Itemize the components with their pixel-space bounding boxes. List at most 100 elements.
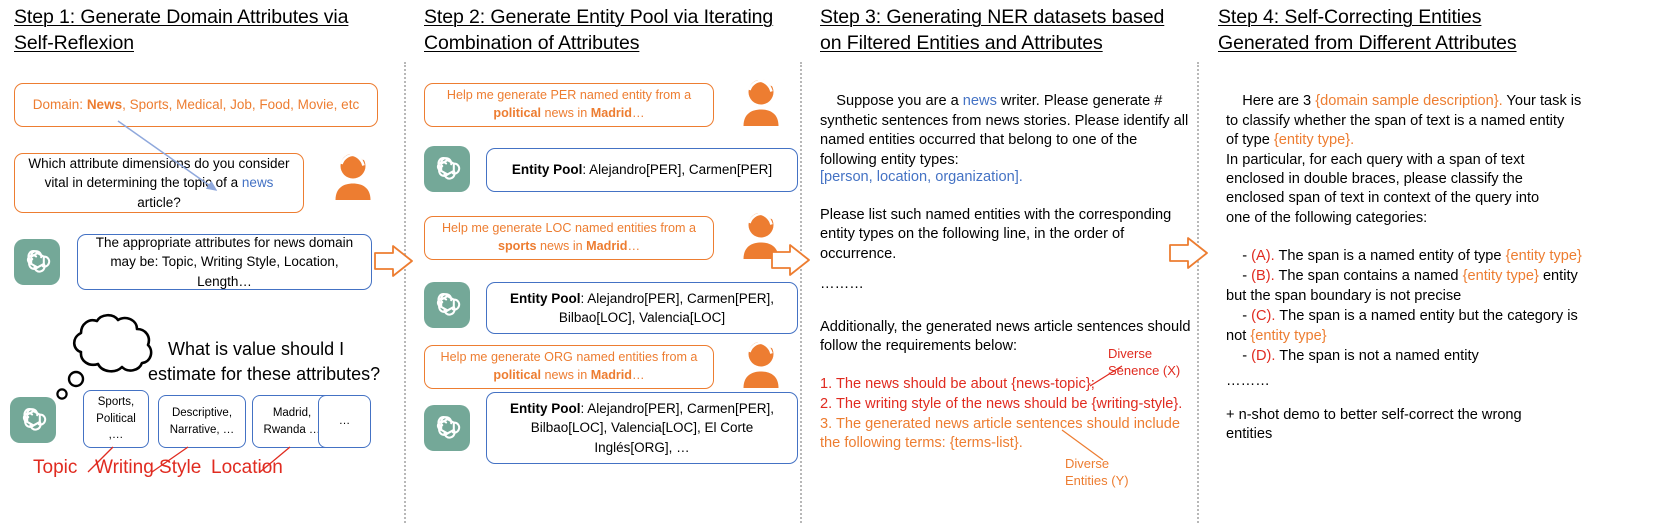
step2-prompt-1-bold1: political bbox=[493, 106, 541, 120]
step-3-title: Step 3: Generating NER datasets based on… bbox=[820, 4, 1200, 56]
option-c-key: (C). bbox=[1251, 308, 1276, 325]
step3-requirement-3: 3. The generated news article sentences … bbox=[820, 416, 1180, 452]
step-1-title-line2: Self-Reflexion bbox=[14, 32, 134, 54]
domain-bubble-rest: , Sports, Medical, Job, Food, Movie, etc bbox=[122, 97, 360, 113]
entity-pool-2-line1: : Alejandro[PER], Carmen[PER], bbox=[580, 290, 775, 306]
callout-x-line2: Senence (X) bbox=[1108, 363, 1181, 379]
entity-pool-3-line3: Inglés[ORG], … bbox=[594, 439, 690, 455]
attribute-chip-more[interactable]: … bbox=[318, 395, 371, 448]
step-1-title: Step 1: Generate Domain Attributes via S… bbox=[14, 4, 394, 56]
gpt-avatar-icon-4 bbox=[424, 282, 470, 328]
step2-prompt-3-mid: news in bbox=[541, 368, 591, 382]
chip-0-line2: Political bbox=[96, 412, 136, 425]
step2-prompt-1-tail: … bbox=[631, 106, 645, 120]
step2-prompt-2-bold1: sports bbox=[497, 239, 537, 253]
step2-entity-pool-bubble-1[interactable]: Entity Pool: Alejandro[PER], Carmen[PER] bbox=[486, 148, 798, 192]
step-4-title: Step 4: Self-Correcting Entities Generat… bbox=[1218, 4, 1618, 56]
step2-prompt-3-line1: Help me generate ORG named entities from… bbox=[440, 350, 698, 365]
chip-2-line1: Madrid, bbox=[272, 406, 312, 419]
gpt-avatar-icon-5 bbox=[424, 405, 470, 451]
step-1-title-line1: Step 1: Generate Domain Attributes via bbox=[14, 6, 349, 28]
column-divider-2 bbox=[800, 62, 802, 523]
step3-ellipsis: ……… bbox=[820, 276, 864, 292]
step4-intro-a: Here are 3 bbox=[1242, 93, 1316, 110]
attribute-chip-writing-style[interactable]: Descriptive, Narrative, … bbox=[158, 395, 246, 448]
step2-prompt-bubble-2[interactable]: Help me generate LOC named entities from… bbox=[424, 216, 714, 260]
chip-2-line2: Rwanda … bbox=[263, 423, 321, 436]
option-b-dash: - bbox=[1242, 268, 1252, 285]
option-d-key: (D). bbox=[1251, 348, 1276, 365]
step2-entity-pool-bubble-3[interactable]: Entity Pool: Alejandro[PER], Carmen[PER]… bbox=[486, 392, 798, 464]
option-d-dash: - bbox=[1242, 348, 1252, 365]
step2-prompt-2-bold2: Madrid bbox=[586, 239, 628, 253]
gpt-answer-line1: The appropriate attributes for news doma… bbox=[95, 235, 354, 251]
callout-diverse-entities: Diverse Entities (Y) bbox=[1065, 455, 1129, 489]
attribute-chip-topic[interactable]: Sports, Political ,… bbox=[83, 390, 149, 448]
domain-bubble-prefix: Domain: bbox=[32, 97, 87, 113]
chip-1-line2: Narrative, … bbox=[169, 423, 235, 436]
step3-paragraph-2: Please list such named entities with the… bbox=[820, 207, 1172, 262]
step4-footer: + n-shot demo to better self-correct the… bbox=[1226, 407, 1522, 443]
option-c-dash: - bbox=[1242, 308, 1252, 325]
option-d-text: The span is not a named entity bbox=[1275, 348, 1479, 365]
chip-0-line3: ,… bbox=[108, 429, 124, 442]
step3-p1-a: Suppose you are a bbox=[836, 93, 963, 110]
step-4-title-line1: Step 4: Self-Correcting Entities bbox=[1218, 6, 1482, 28]
user-avatar-icon bbox=[330, 152, 376, 200]
thought-line1: What is value should I bbox=[168, 339, 345, 360]
chip-3-line1: … bbox=[338, 415, 351, 428]
chip-0-line1: Sports, bbox=[97, 395, 135, 408]
user-question-line2a: vital in determining the topic of a bbox=[44, 175, 242, 191]
step2-prompt-3-bold1: political bbox=[493, 368, 541, 382]
step4-intro: Here are 3 {domain sample description}. … bbox=[1226, 73, 1646, 248]
step3-requirement-2: 2. The writing style of the news should … bbox=[820, 396, 1183, 412]
column-divider-3 bbox=[1197, 62, 1199, 523]
option-b-key: (B). bbox=[1251, 268, 1275, 285]
step3-p1-highlight: news bbox=[962, 93, 997, 110]
callout-diverse-sentence: Diverse Senence (X) bbox=[1108, 345, 1180, 379]
chip-label-writing-style: Writing Style bbox=[95, 457, 202, 478]
user-question-bubble[interactable]: Which attribute dimensions do you consid… bbox=[14, 153, 304, 213]
step2-prompt-1-mid: news in bbox=[541, 106, 591, 120]
step4-intro-c: In particular, for each query with a spa… bbox=[1226, 151, 1540, 226]
step2-prompt-bubble-1[interactable]: Help me generate PER named entity from a… bbox=[424, 83, 714, 127]
domain-bubble[interactable]: Domain: News, Sports, Medical, Job, Food… bbox=[14, 83, 378, 127]
gpt-answer-bubble[interactable]: The appropriate attributes for news doma… bbox=[77, 234, 372, 290]
thought-line2: estimate for these attributes? bbox=[148, 363, 381, 384]
option-b-text: The span contains a named bbox=[1274, 268, 1463, 285]
domain-bubble-bold: News bbox=[86, 97, 123, 113]
step2-prompt-2-line1: Help me generate LOC named entities from… bbox=[441, 221, 697, 236]
user-question-highlight: news bbox=[241, 175, 274, 191]
step2-prompt-1-line1: Help me generate PER named entity from a bbox=[446, 88, 692, 103]
entity-pool-2-line2: Bilbao[LOC], Valencia[LOC] bbox=[558, 310, 726, 325]
step4-ellipsis: ……… bbox=[1226, 373, 1270, 389]
step-2-title-line1: Step 2: Generate Entity Pool via Iterati… bbox=[424, 6, 774, 28]
user-avatar-icon-3 bbox=[738, 211, 784, 259]
column-divider-1 bbox=[404, 62, 406, 523]
step4-intro-orange-2: {entity type}. bbox=[1273, 132, 1355, 149]
entity-pool-label-2: Entity Pool bbox=[509, 290, 581, 306]
option-b-orange: {entity type} bbox=[1462, 268, 1539, 285]
user-question-line2b: article? bbox=[137, 194, 181, 210]
callout-y-line2: Entities (Y) bbox=[1065, 473, 1129, 489]
entity-pool-3-line1: : Alejandro[PER], Carmen[PER], bbox=[580, 401, 775, 417]
step2-prompt-1-bold2: Madrid bbox=[590, 106, 632, 120]
callout-y-line1: Diverse bbox=[1065, 456, 1110, 471]
step3-entity-types: [person, location, organization]. bbox=[820, 169, 1023, 185]
chip-1-line1: Descriptive, bbox=[171, 406, 233, 419]
step4-option-d: - (D). The span is not a named entity bbox=[1226, 328, 1656, 386]
step-2-title: Step 2: Generate Entity Pool via Iterati… bbox=[424, 4, 804, 56]
step2-prompt-2-tail: … bbox=[627, 239, 641, 253]
step-3-title-line1: Step 3: Generating NER datasets based bbox=[820, 6, 1165, 28]
step-4-title-line2: Generated from Different Attributes bbox=[1218, 32, 1517, 54]
step2-entity-pool-bubble-2[interactable]: Entity Pool: Alejandro[PER], Carmen[PER]… bbox=[486, 282, 798, 334]
step-3-title-line2: on Filtered Entities and Attributes bbox=[820, 32, 1103, 54]
step-2-title-line2: Combination of Attributes bbox=[424, 32, 640, 54]
gpt-avatar-icon-3 bbox=[424, 146, 470, 192]
step2-prompt-bubble-3[interactable]: Help me generate ORG named entities from… bbox=[424, 345, 714, 389]
chip-label-location: Location bbox=[211, 457, 283, 478]
user-avatar-icon-2 bbox=[738, 78, 784, 126]
user-question-line1: Which attribute dimensions do you consid… bbox=[28, 156, 290, 172]
user-avatar-icon-4 bbox=[738, 340, 784, 388]
step4-intro-orange-1: {domain sample description}. bbox=[1315, 93, 1503, 110]
